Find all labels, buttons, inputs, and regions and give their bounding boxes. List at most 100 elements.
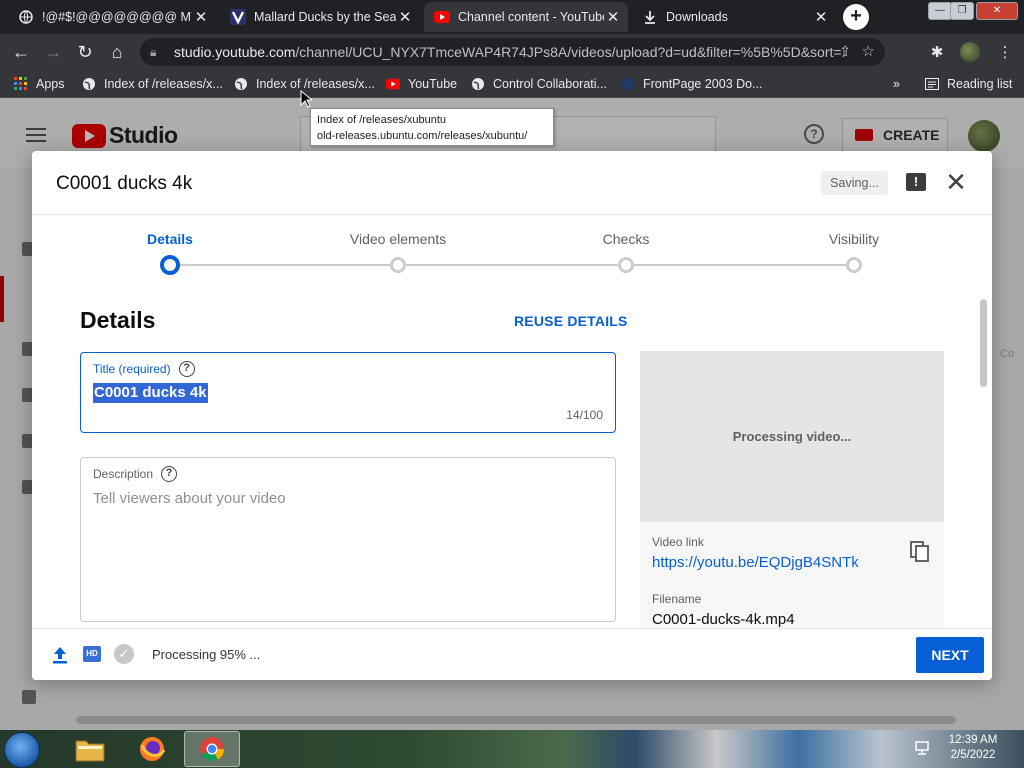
title-char-counter: 14/100 <box>566 408 603 422</box>
profile-avatar[interactable] <box>960 42 980 62</box>
step-video-elements-label[interactable]: Video elements <box>350 231 446 247</box>
saving-status-badge: Saving... <box>821 171 888 195</box>
tooltip-title: Index of /releases/xubuntu <box>317 114 447 126</box>
title-label-text: Title (required) <box>93 362 171 376</box>
step-video-elements-dot[interactable] <box>390 257 406 273</box>
stepper-line <box>626 264 854 266</box>
extensions-puzzle-icon[interactable]: ✱ <box>928 43 946 61</box>
bookmark-frontpage[interactable]: FrontPage 2003 Do... <box>621 76 763 92</box>
bookmark-index-1[interactable]: Index of /releases/x... <box>82 76 223 92</box>
globe-icon <box>18 9 34 25</box>
windows-start-button[interactable] <box>4 732 40 768</box>
v-icon <box>230 9 246 25</box>
bookmark-control-collab[interactable]: Control Collaborati... <box>471 76 607 92</box>
dialog-footer: HD ✓ Processing 95% ... NEXT <box>32 628 992 680</box>
bookmark-star-icon[interactable]: ☆ <box>862 42 875 60</box>
checks-complete-icon: ✓ <box>114 644 134 664</box>
close-window-icon[interactable]: ✕ <box>976 2 1018 20</box>
tab-title: Downloads <box>666 10 728 24</box>
processing-status: Processing 95% ... <box>152 647 261 662</box>
new-tab-button[interactable]: + <box>843 4 869 30</box>
lock-icon: 🔒︎ <box>150 44 157 59</box>
tab-title: Mallard Ducks by the Sea <box>254 10 396 24</box>
network-tray-icon[interactable] <box>914 740 930 756</box>
download-icon <box>642 9 658 25</box>
reading-list-icon <box>925 77 939 91</box>
firefox-icon[interactable] <box>124 731 180 767</box>
globe-icon <box>82 77 96 91</box>
title-input-value[interactable]: C0001 ducks 4k <box>93 383 208 403</box>
help-circle-icon[interactable]: ? <box>178 361 195 377</box>
menu-kebab-icon[interactable]: ⋮ <box>996 43 1014 61</box>
bookmark-label: Index of /releases/x... <box>256 77 375 91</box>
restore-icon[interactable]: ❐ <box>950 2 974 20</box>
bookmark-apps[interactable]: Apps <box>14 76 65 92</box>
reuse-details-button[interactable]: REUSE DETAILS <box>514 313 628 329</box>
browser-tab-1[interactable]: !@#$!@@@@@@@@ MY ✕ <box>8 2 216 32</box>
step-visibility-label[interactable]: Visibility <box>829 231 879 247</box>
reload-icon[interactable]: ↻ <box>74 41 96 63</box>
section-title: Details <box>80 307 156 333</box>
address-bar[interactable]: 🔒︎ studio.youtube.com/channel/UCU_NYX7Tm… <box>140 38 885 66</box>
title-field-label: Title (required) ? <box>93 361 195 377</box>
description-label-text: Description <box>93 467 154 481</box>
youtube-icon <box>386 77 400 91</box>
video-link-label: Video link <box>652 535 704 549</box>
url-text: studio.youtube.com/channel/UCU_NYX7TmceW… <box>174 44 844 60</box>
dialog-header: C0001 ducks 4k Saving... ! ✕ <box>32 151 992 215</box>
dialog-scrollbar[interactable] <box>980 299 987 387</box>
step-details-label[interactable]: Details <box>147 231 193 247</box>
browser-tab-2[interactable]: Mallard Ducks by the Sea ✕ <box>220 2 420 32</box>
tooltip-url: old-releases.ubuntu.com/releases/xubuntu… <box>317 130 528 142</box>
copy-icon[interactable] <box>910 541 930 563</box>
close-tab-icon[interactable]: ✕ <box>192 8 210 26</box>
bookmark-label: Control Collaborati... <box>493 77 607 91</box>
step-checks-dot[interactable] <box>618 257 634 273</box>
bookmark-label: YouTube <box>408 77 458 91</box>
step-checks-label[interactable]: Checks <box>603 231 650 247</box>
hd-processing-icon: HD <box>83 646 101 662</box>
close-tab-icon[interactable]: ✕ <box>396 8 414 26</box>
description-placeholder: Tell viewers about your video <box>93 490 286 507</box>
bookmark-youtube[interactable]: YouTube <box>386 76 457 92</box>
share-icon[interactable]: ⇪ <box>839 43 851 60</box>
minimize-icon[interactable]: — <box>928 2 952 20</box>
bookmarks-bar: Apps Index of /releases/x... Index of /r… <box>0 70 1024 98</box>
mouse-cursor-icon <box>300 89 314 113</box>
next-button[interactable]: NEXT <box>916 637 984 673</box>
youtube-icon <box>434 9 450 25</box>
home-icon[interactable]: ⌂ <box>106 41 128 63</box>
clock-date: 2/5/2022 <box>950 749 996 761</box>
filename-label: Filename <box>652 592 702 606</box>
description-field-label: Description ? <box>93 466 178 482</box>
help-circle-icon[interactable]: ? <box>161 466 178 482</box>
tab-title: Channel content - YouTube <box>458 10 604 24</box>
title-field[interactable]: Title (required) ? C0001 ducks 4k 14/100 <box>80 352 616 433</box>
back-icon[interactable]: ← <box>10 41 32 63</box>
description-field[interactable]: Description ? Tell viewers about your vi… <box>80 457 616 622</box>
browser-tab-4[interactable]: Downloads ✕ <box>632 2 836 32</box>
step-details-dot[interactable] <box>160 255 180 275</box>
close-icon[interactable]: ✕ <box>944 167 968 197</box>
close-tab-icon[interactable]: ✕ <box>812 8 830 26</box>
chrome-taskbar-icon[interactable] <box>184 731 240 767</box>
dialog-title: C0001 ducks 4k <box>56 173 193 194</box>
clock-time: 12:39 AM <box>948 734 998 746</box>
system-clock[interactable]: 12:39 AM 2/5/2022 <box>942 733 1004 763</box>
forward-icon[interactable]: → <box>42 41 64 63</box>
browser-toolbar: ← → ↻ ⌂ 🔒︎ studio.youtube.com/channel/UC… <box>0 34 1024 70</box>
video-link[interactable]: https://youtu.be/EQDjgB4SNTk <box>652 554 859 571</box>
close-tab-icon[interactable]: ✕ <box>604 8 622 26</box>
bookmark-label: Index of /releases/x... <box>104 77 223 91</box>
bookmark-tooltip: Index of /releases/xubuntu old-releases.… <box>310 108 554 146</box>
globe-icon <box>234 77 248 91</box>
bookmarks-overflow-icon[interactable]: » <box>893 76 900 92</box>
step-visibility-dot[interactable] <box>846 257 862 273</box>
apps-grid-icon <box>14 77 28 91</box>
browser-tab-3[interactable]: Channel content - YouTube ✕ <box>424 2 628 32</box>
file-explorer-icon[interactable] <box>62 731 118 767</box>
filename-value: C0001-ducks-4k.mp4 <box>652 611 795 628</box>
feedback-icon[interactable]: ! <box>906 173 926 191</box>
stepper-line <box>170 264 398 266</box>
reading-list[interactable]: Reading list <box>925 76 1012 92</box>
